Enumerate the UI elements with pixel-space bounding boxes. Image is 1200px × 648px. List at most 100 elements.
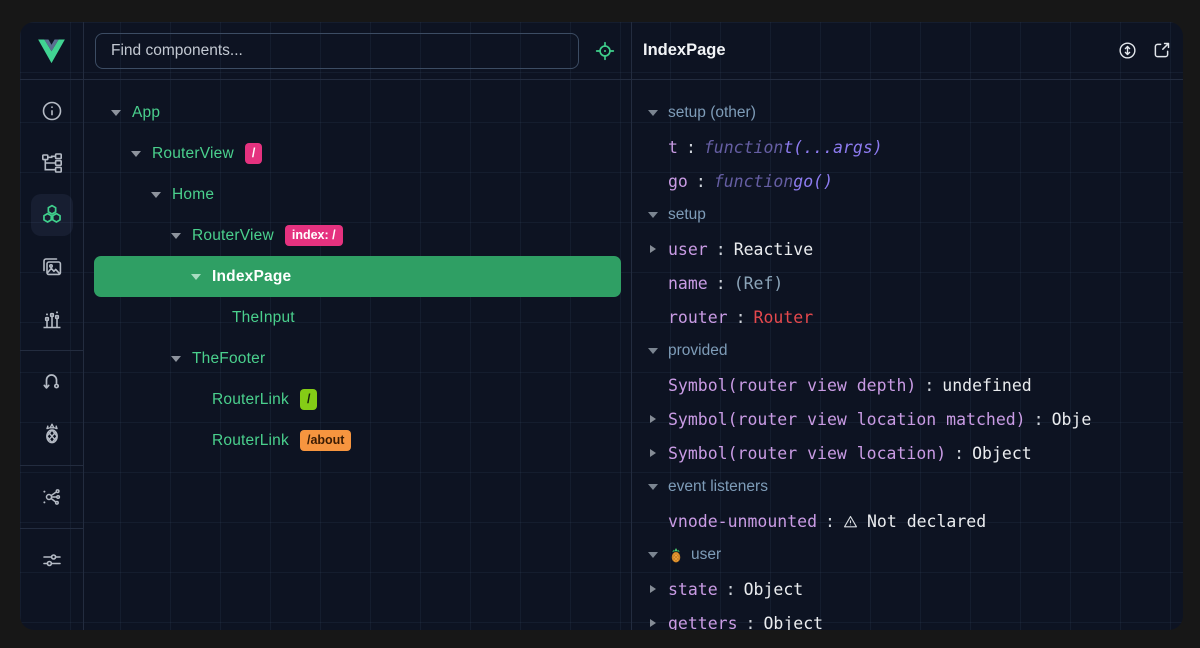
state-row-vnode-unmounted[interactable]: vnode-unmounted:Not declared <box>632 504 1183 538</box>
tree-row-routerview-1[interactable]: RouterView / <box>94 133 621 174</box>
tree-row-routerview-3[interactable]: RouterViewindex: / <box>94 215 621 256</box>
chevron-right-icon <box>650 449 656 457</box>
expand-arrow-icon[interactable] <box>650 585 668 593</box>
scroll-to-component-button[interactable] <box>1117 40 1138 61</box>
devtools-panel: App RouterView / HomeRouterViewindex: / Inde… <box>20 22 1183 630</box>
tree-row-thefooter-6[interactable]: TheFooter <box>94 338 621 379</box>
sidebar-divider <box>20 528 84 529</box>
state-row-Symbol-router-view-location-matched-[interactable]: Symbol(router view location matched):Obj… <box>632 402 1183 436</box>
chevron-down-icon <box>648 110 658 116</box>
sidebar-item-settings[interactable] <box>20 534 84 586</box>
component-name: RouterView <box>152 145 234 163</box>
component-name: TheFooter <box>192 350 265 368</box>
tree-header <box>84 22 631 80</box>
tree-row-theinput-5[interactable]: TheInput <box>94 297 621 338</box>
expand-arrow-icon[interactable] <box>650 415 668 423</box>
state-key: state <box>668 580 718 599</box>
state-value: function <box>714 172 793 191</box>
state-row-user[interactable]: user:Reactive <box>632 232 1183 266</box>
state-value: (Ref) <box>734 274 784 293</box>
route-badge: / <box>245 143 262 164</box>
component-tree-panel: App RouterView / HomeRouterViewindex: / Inde… <box>84 22 632 630</box>
expand-arrow-icon[interactable] <box>650 619 668 627</box>
component-name: RouterView <box>192 227 274 245</box>
components-icon <box>31 194 73 236</box>
state-value: go() <box>793 172 833 191</box>
expand-arrow-icon[interactable] <box>171 356 192 362</box>
sidebar-divider <box>20 465 84 466</box>
state-value: Object <box>972 444 1032 463</box>
timeline-icon <box>31 298 73 340</box>
tree-row-indexpage-4[interactable]: IndexPage <box>94 256 621 297</box>
state-section-header-provided[interactable]: provided <box>632 334 1183 368</box>
chevron-right-icon <box>650 619 656 627</box>
state-row-name[interactable]: name: (Ref) <box>632 266 1183 300</box>
expand-arrow-icon[interactable] <box>171 233 192 239</box>
sidebar-divider <box>20 350 84 351</box>
state-row-router[interactable]: router:Router <box>632 300 1183 334</box>
sidebar-item-pages[interactable] <box>20 241 84 293</box>
colon-separator: : <box>954 444 964 463</box>
pinia-icon <box>31 413 73 455</box>
component-name: IndexPage <box>212 268 291 286</box>
state-section-header-setup[interactable]: setup <box>632 198 1183 232</box>
state-row-Symbol-router-view-location-[interactable]: Symbol(router view location):Object <box>632 436 1183 470</box>
tree-row-routerlink-8[interactable]: RouterLink/about <box>94 420 621 461</box>
state-row-getters[interactable]: getters:Object <box>632 606 1183 630</box>
tree-row-routerlink-7[interactable]: RouterLink/ <box>94 379 621 420</box>
state-value: Not declared <box>867 512 986 531</box>
component-name: App <box>132 104 160 122</box>
inspect-component-button[interactable] <box>590 40 620 62</box>
state-value: Obje <box>1052 410 1092 429</box>
state-row-state[interactable]: state: Object <box>632 572 1183 606</box>
state-section-header-event-listeners[interactable]: event listeners <box>632 470 1183 504</box>
sidebar-item-hierarchy[interactable] <box>20 137 84 189</box>
tree-row-app-0[interactable]: App <box>94 92 621 133</box>
component-tree: App RouterView / HomeRouterViewindex: / Inde… <box>84 80 631 630</box>
state-section-header-user[interactable]: user <box>632 538 1183 572</box>
state-row-Symbol-router-view-depth-[interactable]: Symbol(router view depth):undefined <box>632 368 1183 402</box>
inspector-header: IndexPage <box>632 22 1183 80</box>
expand-arrow-icon[interactable] <box>151 192 172 198</box>
section-title: provided <box>668 342 727 360</box>
colon-separator: : <box>726 580 736 599</box>
expand-arrow-icon[interactable] <box>191 274 212 280</box>
sidebar-item-components[interactable] <box>20 189 84 241</box>
state-value: Object <box>744 580 804 599</box>
state-value: Reactive <box>734 240 813 259</box>
sidebar-item-pinia[interactable] <box>20 408 84 460</box>
state-row-t[interactable]: t:function t(...args) <box>632 130 1183 164</box>
vue-logo[interactable] <box>20 22 83 80</box>
component-name: RouterLink <box>212 391 289 409</box>
chevron-down-icon <box>648 552 658 558</box>
state-section-header-setup-other-[interactable]: setup (other) <box>632 96 1183 130</box>
expand-arrow-icon[interactable] <box>650 449 668 457</box>
sidebar-item-overview[interactable] <box>20 85 84 137</box>
state-key: go <box>668 172 688 191</box>
colon-separator: : <box>746 614 756 631</box>
tree-row-home-2[interactable]: Home <box>94 174 621 215</box>
pinia-store-icon <box>668 547 684 563</box>
state-row-go[interactable]: go: function go() <box>632 164 1183 198</box>
expand-arrow-icon[interactable] <box>111 110 132 116</box>
state-value: function <box>704 138 783 157</box>
expand-arrow-icon[interactable] <box>131 151 152 157</box>
search-input[interactable] <box>109 41 565 61</box>
component-search[interactable] <box>95 33 579 69</box>
open-in-editor-button[interactable] <box>1151 40 1172 61</box>
chevron-down-icon <box>648 348 658 354</box>
expand-arrow-icon[interactable] <box>650 245 668 253</box>
colon-separator: : <box>1034 410 1044 429</box>
chevron-right-icon <box>650 585 656 593</box>
chevron-right-icon <box>650 245 656 253</box>
sidebar-item-timeline[interactable] <box>20 293 84 345</box>
inspector-title: IndexPage <box>643 41 1106 60</box>
state-key: router <box>668 308 728 327</box>
sidebar-item-router[interactable] <box>20 356 84 408</box>
pages-icon <box>31 246 73 288</box>
colon-separator: : <box>716 240 726 259</box>
settings-icon <box>31 539 73 581</box>
chevron-down-icon <box>131 151 141 157</box>
sidebar-item-graph[interactable] <box>20 471 84 523</box>
colon-separator: : <box>696 172 706 191</box>
